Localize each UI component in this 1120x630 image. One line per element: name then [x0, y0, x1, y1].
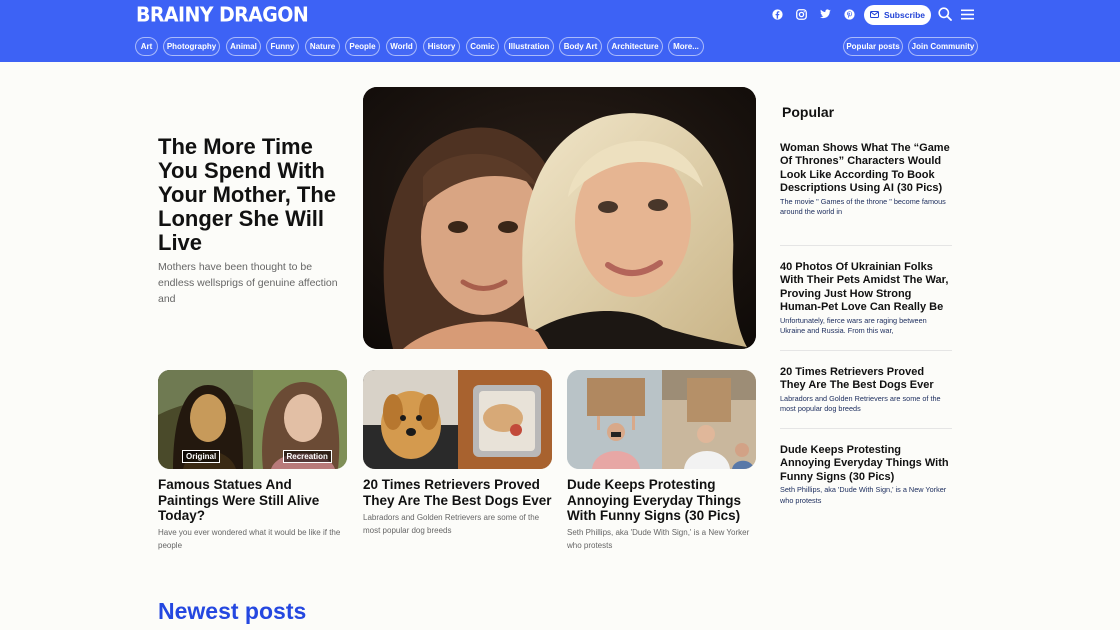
card-title[interactable]: 20 Times Retrievers Proved They Are The …	[363, 477, 552, 508]
popular-item[interactable]: 40 Photos Of Ukrainian Folks With Their …	[780, 261, 952, 337]
card-image-statues[interactable]: Original Recreation	[158, 370, 347, 469]
twitter-icon[interactable]	[819, 8, 831, 20]
popular-item[interactable]: Woman Shows What The “Game Of Thrones” C…	[780, 142, 952, 218]
nav-photography[interactable]: Photography	[163, 37, 220, 56]
popular-item-title[interactable]: 40 Photos Of Ukrainian Folks With Their …	[780, 261, 952, 315]
card-excerpt: Labradors and Golden Retrievers are some…	[363, 513, 540, 535]
card-image-retrievers[interactable]	[363, 370, 552, 469]
instagram-icon[interactable]	[795, 8, 807, 20]
nav-architecture[interactable]: Architecture	[607, 37, 663, 56]
hero-excerpt: Mothers have been thought to be endless …	[158, 261, 338, 305]
facebook-icon[interactable]	[771, 8, 783, 20]
nav-history[interactable]: History	[423, 37, 460, 56]
nav-animal[interactable]: Animal	[226, 37, 261, 56]
pinterest-icon[interactable]	[843, 8, 855, 20]
popular-item[interactable]: 20 Times Retrievers Proved They Are The …	[780, 366, 952, 415]
popular-item-excerpt: Seth Phillips, aka 'Dude With Sign,' is …	[780, 485, 947, 505]
divider	[780, 428, 952, 429]
subscribe-label: Subscribe	[883, 10, 926, 20]
nav-world[interactable]: World	[386, 37, 417, 56]
menu-icon[interactable]	[961, 8, 974, 20]
divider	[780, 245, 952, 246]
card-excerpt: Seth Phillips, aka 'Dude With Sign,' is …	[567, 528, 750, 550]
card-excerpt: Have you ever wondered what it would be …	[158, 528, 341, 550]
nav-body-art[interactable]: Body Art	[559, 37, 602, 56]
nav-popular-posts[interactable]: Popular posts	[843, 37, 903, 56]
popular-item-title[interactable]: Dude Keeps Protesting Annoying Everyday …	[780, 444, 952, 484]
tag-original: Original	[182, 450, 221, 463]
nav-join-community[interactable]: Join Community	[908, 37, 978, 56]
popular-item-title[interactable]: 20 Times Retrievers Proved They Are The …	[780, 366, 952, 393]
popular-item[interactable]: Dude Keeps Protesting Annoying Everyday …	[780, 444, 952, 506]
site-logo[interactable]: BRAINY DRAGON	[136, 3, 309, 27]
nav-comic[interactable]: Comic	[466, 37, 499, 56]
nav-art[interactable]: Art	[135, 37, 158, 56]
nav-more[interactable]: More...	[668, 37, 704, 56]
divider	[780, 350, 952, 351]
popular-item-title[interactable]: Woman Shows What The “Game Of Thrones” C…	[780, 142, 952, 196]
mail-icon	[869, 10, 879, 20]
newest-posts-heading: Newest posts	[158, 598, 307, 624]
card-title[interactable]: Dude Keeps Protesting Annoying Everyday …	[567, 477, 756, 524]
site-header: BRAINY DRAGON Subscribe Art Photography …	[0, 0, 1120, 62]
popular-item-excerpt: Labradors and Golden Retrievers are some…	[780, 393, 941, 414]
card-title[interactable]: Famous Statues And Paintings Were Still …	[158, 477, 347, 524]
nav-funny[interactable]: Funny	[266, 37, 299, 56]
nav-people[interactable]: People	[345, 37, 380, 56]
subscribe-button[interactable]: Subscribe	[864, 5, 931, 25]
popular-item-excerpt: Unfortunately, fierce wars are raging be…	[780, 315, 927, 336]
nav-nature[interactable]: Nature	[305, 37, 340, 56]
card-image-protest-signs[interactable]	[567, 370, 756, 469]
search-icon[interactable]	[938, 7, 952, 21]
tag-recreation: Recreation	[282, 450, 332, 463]
nav-illustration[interactable]: Illustration	[504, 37, 554, 56]
popular-item-excerpt: The movie " Games of the throne " become…	[780, 196, 946, 217]
hero-image[interactable]	[363, 87, 756, 349]
hero-title[interactable]: The More Time You Spend With Your Mother…	[158, 135, 353, 255]
popular-heading: Popular	[782, 104, 835, 120]
